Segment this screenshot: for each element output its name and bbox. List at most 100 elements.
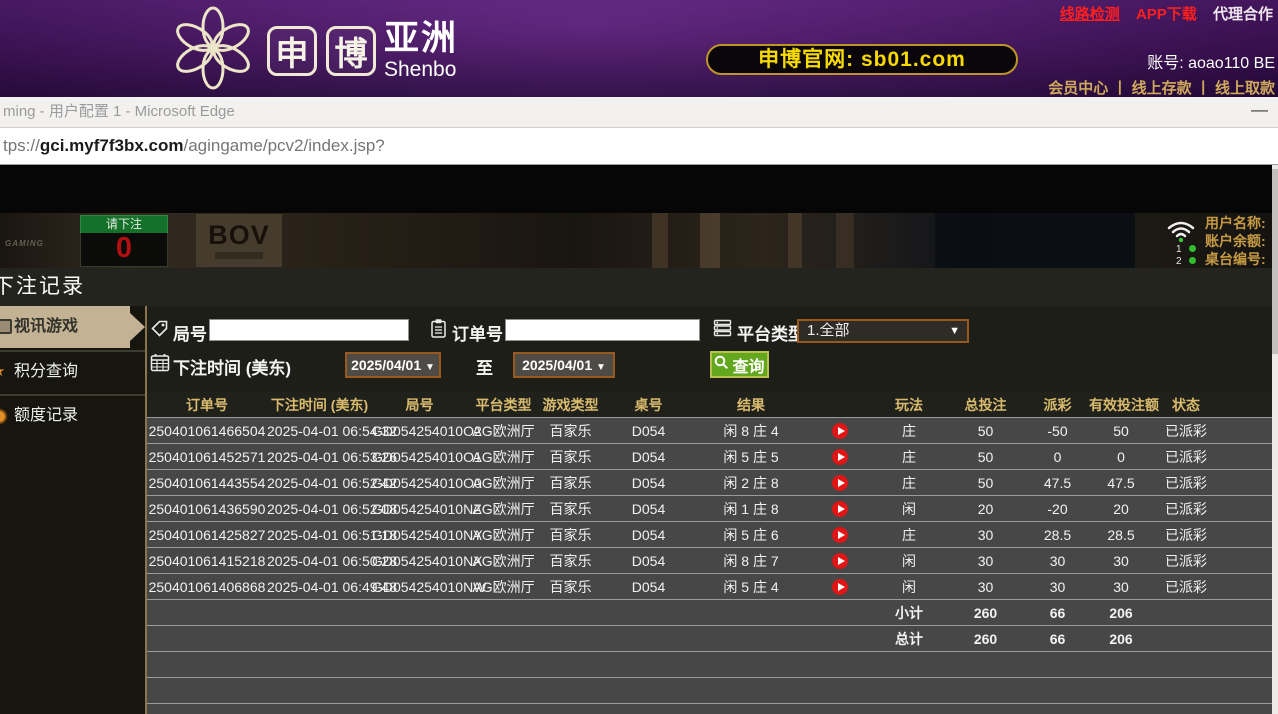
member-sep: 丨 [1112, 80, 1127, 97]
url-bar[interactable]: tps://gci.myf7f3bx.com/agingame/pcv2/ind… [0, 128, 1278, 165]
cell-platform: AG欧洲厅 [467, 496, 540, 522]
link-app-download[interactable]: APP下载 [1136, 6, 1197, 23]
minimize-icon[interactable]: — [1251, 97, 1268, 122]
play-icon[interactable] [832, 423, 848, 439]
top-links: 线路检测 APP下载 代理合作 [1048, 3, 1273, 24]
empty-row [147, 704, 1272, 714]
cell-result: 闲 8 庄 4 [696, 418, 806, 444]
scrollbar[interactable] [1272, 165, 1278, 714]
link-agent-coop[interactable]: 代理合作 [1213, 6, 1273, 23]
cell-total-bet: 50 [945, 470, 1026, 496]
subtotal-valid-bet: 206 [1089, 600, 1153, 626]
sidebar: 视讯游戏 ★ 积分查询 额度记录 [0, 306, 145, 714]
col-replay [806, 392, 873, 418]
pillar-shape [788, 213, 802, 268]
round-number-input[interactable] [209, 319, 409, 341]
bet-countdown-box: 请下注 0 [80, 215, 168, 267]
countdown-number: 0 [116, 232, 132, 264]
col-payout: 派彩 [1026, 392, 1089, 418]
marker-1: 1 [1176, 244, 1182, 255]
cell-game: 百家乐 [540, 574, 601, 600]
cell-valid-bet: 20 [1089, 496, 1153, 522]
platform-type-select[interactable]: 1.全部 ▼ [797, 319, 969, 343]
bet-prompt: 请下注 [80, 215, 168, 233]
cell-valid-bet: 50 [1089, 418, 1153, 444]
play-icon[interactable] [832, 553, 848, 569]
cell-bet-side: 庄 [873, 522, 945, 548]
table-row: 250401061452571 2025-04-01 06:53:26 GD05… [147, 444, 1272, 470]
star-icon: ★ [0, 352, 5, 392]
cell-status: 已派彩 [1153, 444, 1219, 470]
cell-game: 百家乐 [540, 548, 601, 574]
table-row: 250401061415218 2025-04-01 06:50:28 GD05… [147, 548, 1272, 574]
col-time: 下注时间 (美东) [267, 392, 372, 418]
url-prefix: tps:// [3, 136, 40, 155]
sidebar-item-quota-records[interactable]: 额度记录 [0, 396, 145, 436]
site-logo: 申 博 亚洲 Shenbo [168, 2, 458, 97]
cell-status: 已派彩 [1153, 574, 1219, 600]
play-icon[interactable] [832, 579, 848, 595]
round-number-label: 局号 [173, 320, 207, 345]
cell-bet-side: 庄 [873, 470, 945, 496]
sidebar-item-points-query[interactable]: ★ 积分查询 [0, 352, 145, 392]
col-bet-side: 玩法 [873, 392, 945, 418]
order-number-input[interactable] [505, 319, 700, 341]
sidebar-item-label: 视讯游戏 [14, 318, 78, 335]
balance-label: 账户余额: [1205, 232, 1266, 250]
col-desk: 桌号 [601, 392, 696, 418]
cell-status: 已派彩 [1153, 522, 1219, 548]
grand-total-valid-bet: 206 [1089, 626, 1153, 652]
cell-time: 2025-04-01 06:52:08 [267, 496, 372, 522]
date-from-select[interactable]: 2025/04/01 ▼ [345, 352, 441, 378]
play-icon[interactable] [832, 501, 848, 517]
bov-text: BOV [208, 222, 270, 249]
cell-round: GD054254010NY [372, 522, 467, 548]
empty-row [147, 652, 1272, 678]
link-online-deposit[interactable]: 线上存款 [1132, 80, 1192, 97]
sidebar-item-video-games[interactable]: 视讯游戏 [0, 306, 130, 348]
cell-game: 百家乐 [540, 496, 601, 522]
cell-desk: D054 [601, 470, 696, 496]
scrollbar-thumb[interactable] [1272, 169, 1278, 354]
cell-payout: 28.5 [1026, 522, 1089, 548]
cell-total-bet: 30 [945, 574, 1026, 600]
play-icon[interactable] [832, 449, 848, 465]
cell-desk: D054 [601, 496, 696, 522]
chevron-down-icon: ▼ [596, 362, 606, 373]
to-label: 至 [476, 354, 493, 379]
marker-2: 2 [1176, 256, 1182, 267]
col-game: 游戏类型 [540, 392, 601, 418]
cell-valid-bet: 0 [1089, 444, 1153, 470]
cell-payout: 0 [1026, 444, 1089, 470]
bov-subline [215, 252, 263, 259]
col-valid-bet: 有效投注额 [1089, 392, 1153, 418]
url-domain: gci.myf7f3bx.com [40, 136, 184, 155]
search-button-label: 查询 [732, 353, 764, 377]
cell-bet-side: 闲 [873, 548, 945, 574]
road-markers: 1 2 [1176, 244, 1196, 268]
link-line-check[interactable]: 线路检测 [1060, 6, 1120, 23]
chevron-down-icon: ▼ [949, 321, 960, 341]
cell-bet-side: 闲 [873, 574, 945, 600]
calendar-icon [150, 353, 170, 377]
col-round: 局号 [372, 392, 467, 418]
link-member-center[interactable]: 会员中心 [1048, 80, 1108, 97]
play-icon[interactable] [832, 527, 848, 543]
subtotal-label: 小计 [873, 600, 945, 626]
col-order: 订单号 [147, 392, 267, 418]
logo-char-bo: 博 [326, 26, 376, 76]
date-to-select[interactable]: 2025/04/01 ▼ [513, 352, 615, 378]
play-icon[interactable] [832, 475, 848, 491]
date-to-value: 2025/04/01 [522, 357, 592, 373]
cell-result: 闲 5 庄 4 [696, 574, 806, 600]
sidebar-item-label: 积分查询 [14, 363, 78, 380]
black-strip [0, 165, 1272, 213]
bet-records-table: 订单号 下注时间 (美东) 局号 平台类型 游戏类型 桌号 结果 玩法 总投注 … [147, 392, 1272, 714]
pillar-shape [836, 213, 854, 268]
link-online-withdraw[interactable]: 线上取款 [1215, 80, 1275, 97]
official-site-pill[interactable]: 申博官网: sb01.com [706, 44, 1018, 75]
search-button[interactable]: 查询 [710, 351, 769, 378]
monitor-icon [0, 319, 12, 334]
logo-region-block: 亚洲 Shenbo [384, 21, 458, 80]
table-row: 250401061443554 2025-04-01 06:52:42 GD05… [147, 470, 1272, 496]
